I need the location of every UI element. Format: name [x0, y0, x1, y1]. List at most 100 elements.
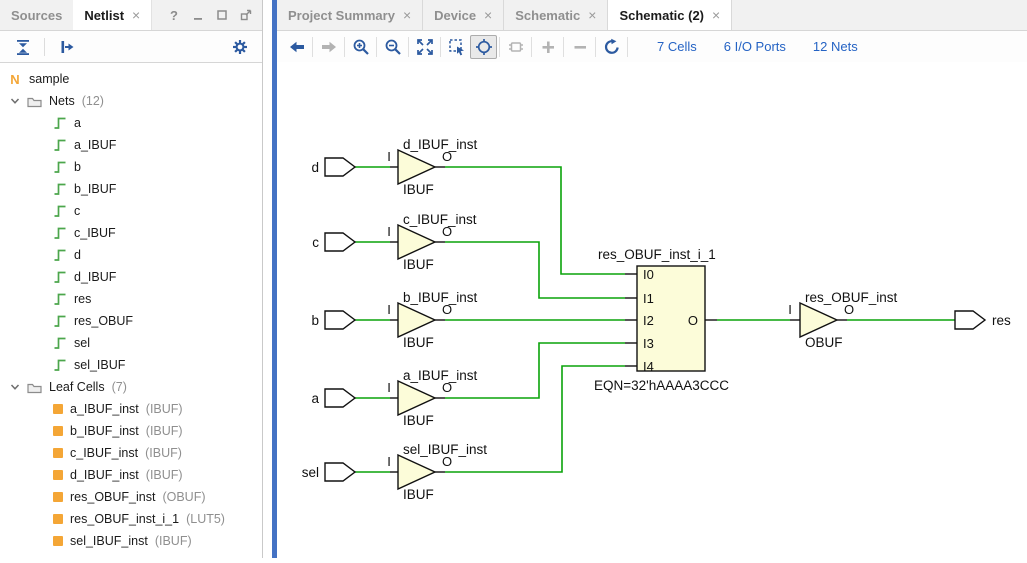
pin-label-i: I — [387, 224, 391, 239]
net-label: c_IBUF — [74, 226, 116, 240]
tab-sources-label: Sources — [11, 8, 62, 23]
tree-item-cell[interactable]: res_OBUF_inst_i_1 (LUT5) — [0, 508, 262, 530]
help-icon[interactable]: ? — [167, 8, 181, 22]
pin-label-o: O — [442, 149, 452, 164]
buffer-symbol[interactable] — [398, 381, 435, 415]
instance-name: d_IBUF_inst — [403, 137, 478, 152]
port-c[interactable] — [325, 233, 355, 251]
cell-type: (LUT5) — [186, 512, 225, 526]
tree-group-leaf-cells[interactable]: Leaf Cells (7) — [0, 376, 262, 398]
chevron-down-icon[interactable] — [10, 96, 20, 106]
close-icon[interactable]: × — [588, 8, 596, 22]
tab-sources[interactable]: Sources — [0, 0, 73, 30]
tree-item-net[interactable]: res — [0, 288, 262, 310]
nets-count-link[interactable]: 12 Nets — [813, 39, 858, 54]
autofit-selection-button[interactable] — [470, 35, 497, 59]
forward-button[interactable] — [315, 35, 342, 59]
tab-device[interactable]: Device × — [423, 0, 504, 30]
tree-item-cell[interactable]: sel_IBUF_inst (IBUF) — [0, 530, 262, 552]
zoom-to-selection-button[interactable] — [443, 35, 470, 59]
maximize-icon[interactable] — [215, 8, 229, 22]
port-label-res: res — [992, 313, 1011, 328]
toolbar-separator — [499, 37, 500, 57]
toolbar-separator — [44, 38, 45, 56]
port-a[interactable] — [325, 389, 355, 407]
tree-item-cell[interactable]: c_IBUF_inst (IBUF) — [0, 442, 262, 464]
close-icon[interactable]: × — [712, 8, 720, 22]
pin-label-i: I — [387, 149, 391, 164]
tab-schematic-2[interactable]: Schematic (2) × — [608, 0, 732, 30]
port-label-sel: sel — [302, 465, 319, 480]
port-b[interactable] — [325, 311, 355, 329]
tree-item-net[interactable]: a — [0, 112, 262, 134]
tree-root-sample[interactable]: N sample — [0, 68, 262, 90]
collapse-all-button[interactable] — [9, 35, 36, 59]
net-label: c — [74, 204, 80, 218]
tab-schematic[interactable]: Schematic × — [504, 0, 608, 30]
zoom-out-button[interactable] — [379, 35, 406, 59]
add-cell-button[interactable] — [502, 35, 529, 59]
tab-netlist[interactable]: Netlist × — [73, 0, 152, 30]
port-res[interactable] — [955, 311, 985, 329]
settings-button[interactable] — [226, 35, 253, 59]
float-icon[interactable] — [239, 8, 253, 22]
net-icon — [53, 292, 67, 306]
zoom-in-button[interactable] — [347, 35, 374, 59]
tree-item-net[interactable]: sel — [0, 332, 262, 354]
back-button[interactable] — [283, 35, 310, 59]
io-ports-count-link[interactable]: 6 I/O Ports — [724, 39, 786, 54]
tab-label: Schematic — [515, 8, 580, 23]
tree-item-net[interactable]: b — [0, 156, 262, 178]
tab-label: Device — [434, 8, 476, 23]
minimize-icon[interactable] — [191, 8, 205, 22]
cell-type: IBUF — [403, 182, 434, 197]
tree-item-net[interactable]: sel_IBUF — [0, 354, 262, 376]
instance-name: res_OBUF_inst_i_1 — [598, 247, 716, 262]
schematic-toolbar: 7 Cells 6 I/O Ports 12 Nets — [277, 31, 1027, 63]
tree-item-net[interactable]: res_OBUF — [0, 310, 262, 332]
tree-item-cell[interactable]: res_OBUF_inst (OBUF) — [0, 486, 262, 508]
tree-item-net[interactable]: c_IBUF — [0, 222, 262, 244]
schematic-canvas[interactable]: d c b a sel res d_IBUF_inst I O IBUF c_I… — [277, 62, 1027, 558]
net-label: sel — [74, 336, 90, 350]
tree-item-net[interactable]: d_IBUF — [0, 266, 262, 288]
pin-label-i0: I0 — [643, 267, 654, 282]
tree-item-net[interactable]: c — [0, 200, 262, 222]
pin-label-o: O — [442, 224, 452, 239]
port-d[interactable] — [325, 158, 355, 176]
tree-group-nets[interactable]: Nets (12) — [0, 90, 262, 112]
scroll-to-selected-button[interactable] — [53, 35, 80, 59]
tree-item-net[interactable]: b_IBUF — [0, 178, 262, 200]
netlist-panel: Sources Netlist × ? — [0, 0, 263, 558]
forward-arrow-icon — [320, 38, 338, 56]
tab-project-summary[interactable]: Project Summary × — [277, 0, 423, 30]
tree-item-net[interactable]: d — [0, 244, 262, 266]
close-icon[interactable]: × — [132, 8, 140, 22]
zoom-to-selection-icon — [448, 38, 466, 56]
collapse-cone-button[interactable] — [566, 35, 593, 59]
tree-item-cell[interactable]: d_IBUF_inst (IBUF) — [0, 464, 262, 486]
cell-label: a_IBUF_inst — [70, 402, 139, 416]
buffer-symbol[interactable] — [800, 303, 837, 337]
close-icon[interactable]: × — [484, 8, 492, 22]
port-sel[interactable] — [325, 463, 355, 481]
tree-item-cell[interactable]: a_IBUF_inst (IBUF) — [0, 398, 262, 420]
pin-label-o: O — [688, 313, 698, 328]
expand-cone-button[interactable] — [534, 35, 561, 59]
regenerate-button[interactable] — [598, 35, 625, 59]
cell-label: d_IBUF_inst — [70, 468, 139, 482]
buffer-symbol[interactable] — [398, 150, 435, 184]
cell-icon — [53, 536, 63, 546]
zoom-fit-button[interactable] — [411, 35, 438, 59]
cells-count-link[interactable]: 7 Cells — [657, 39, 697, 54]
tree-item-net[interactable]: a_IBUF — [0, 134, 262, 156]
buffer-symbol[interactable] — [398, 455, 435, 489]
chevron-down-icon[interactable] — [10, 382, 20, 392]
chip-icon — [507, 38, 525, 56]
buffer-symbol[interactable] — [398, 225, 435, 259]
folder-icon — [27, 381, 42, 394]
tab-label: Project Summary — [288, 8, 395, 23]
close-icon[interactable]: × — [403, 8, 411, 22]
buffer-symbol[interactable] — [398, 303, 435, 337]
tree-item-cell[interactable]: b_IBUF_inst (IBUF) — [0, 420, 262, 442]
